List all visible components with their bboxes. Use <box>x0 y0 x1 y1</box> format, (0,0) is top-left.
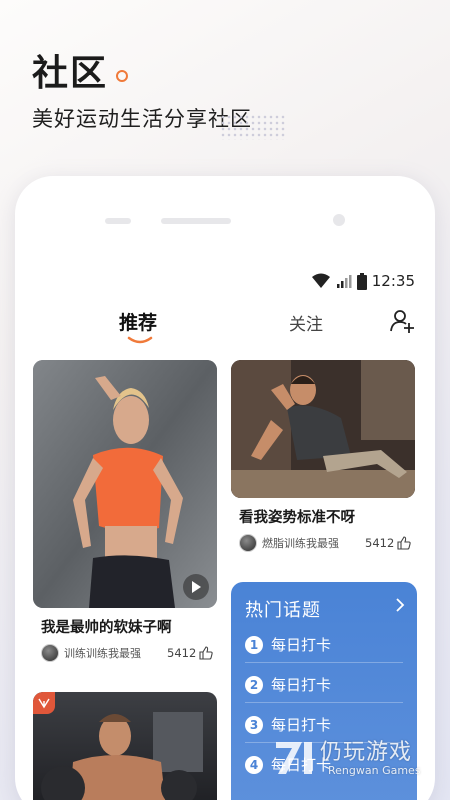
promo-title: 社区 <box>32 53 109 94</box>
like-count[interactable]: 5412 <box>167 646 213 660</box>
play-icon[interactable] <box>183 574 209 600</box>
post-image <box>231 360 415 498</box>
hot-topics-header[interactable]: 热门话题 <box>245 596 321 622</box>
post-image <box>33 692 217 800</box>
like-number: 5412 <box>365 536 395 550</box>
battery-icon <box>356 272 367 290</box>
topic-item[interactable]: 2 每日打卡 <box>245 674 405 695</box>
topic-item[interactable]: 1 每日打卡 <box>245 634 405 655</box>
signal-icon <box>336 273 352 289</box>
tab-recommend[interactable]: 推荐 <box>119 308 157 335</box>
topic-label: 每日打卡 <box>271 676 332 694</box>
status-bar: 12:35 <box>311 272 415 290</box>
phone-sensor <box>105 218 131 224</box>
thumb-up-icon <box>199 646 213 660</box>
post-image <box>33 360 217 608</box>
thumb-up-icon <box>397 536 411 550</box>
accent-dot-icon <box>116 70 128 82</box>
chevron-right-icon[interactable] <box>395 598 405 612</box>
video-badge-icon <box>33 692 55 714</box>
like-count[interactable]: 5412 <box>365 536 411 550</box>
phone-frame: 12:35 推荐 关注 我是最帅的软妹子啊 训练训练我最强 5412 看我姿势标… <box>15 176 435 800</box>
topic-number: 3 <box>245 715 263 734</box>
post-author[interactable]: 训练训练我最强 <box>41 644 141 662</box>
post-card[interactable]: 看我姿势标准不呀 燃脂训练我最强 5412 <box>231 360 417 560</box>
post-card[interactable] <box>33 692 219 800</box>
avatar <box>41 644 59 662</box>
add-user-icon[interactable] <box>389 308 415 334</box>
wifi-icon <box>311 273 331 289</box>
tab-follow[interactable]: 关注 <box>289 310 323 335</box>
topic-label: 每日打卡 <box>271 716 332 734</box>
post-title: 看我姿势标准不呀 <box>239 510 355 526</box>
status-time: 12:35 <box>371 272 415 290</box>
phone-speaker <box>161 218 231 224</box>
post-title: 我是最帅的软妹子啊 <box>41 620 172 636</box>
phone-camera <box>333 214 345 226</box>
topic-number: 1 <box>245 635 263 654</box>
divider <box>245 662 403 663</box>
post-card[interactable]: 我是最帅的软妹子啊 训练训练我最强 5412 <box>33 360 219 670</box>
post-author[interactable]: 燃脂训练我最强 <box>239 534 339 552</box>
watermark-en: Rengwan Games <box>328 764 421 777</box>
watermark-logo-icon <box>276 742 312 774</box>
watermark-cn: 仍玩游戏 <box>320 740 413 765</box>
promo-subtitle: 美好运动生活分享社区 <box>32 107 252 131</box>
avatar <box>239 534 257 552</box>
topic-item[interactable]: 3 每日打卡 <box>245 714 405 735</box>
dot-pattern-decoration <box>220 114 286 140</box>
tab-active-indicator <box>127 336 153 344</box>
author-name: 训练训练我最强 <box>64 647 141 660</box>
author-name: 燃脂训练我最强 <box>262 537 339 550</box>
divider <box>245 702 403 703</box>
topic-label: 每日打卡 <box>271 636 332 654</box>
topic-number: 4 <box>245 755 263 774</box>
like-number: 5412 <box>167 646 197 660</box>
topic-number: 2 <box>245 675 263 694</box>
feed-tabs: 推荐 关注 <box>15 304 435 344</box>
